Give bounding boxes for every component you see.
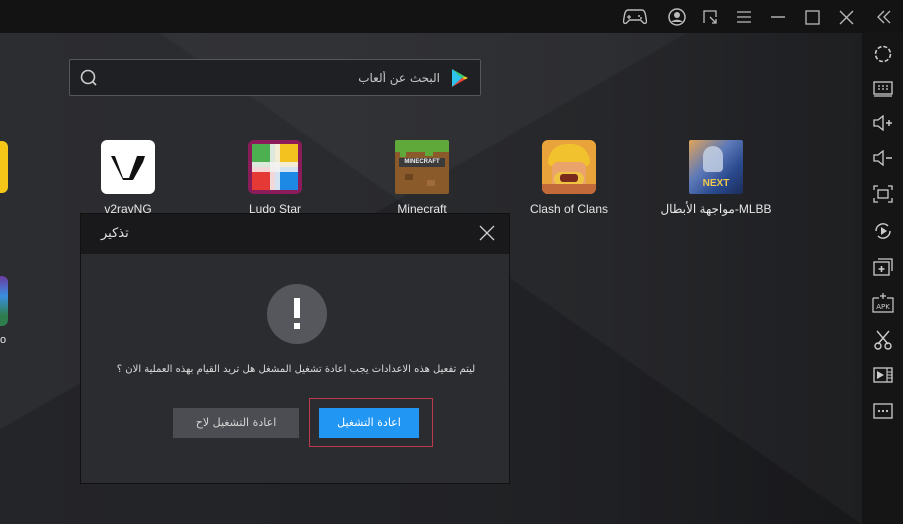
mlbb-icon: NEXT [689,140,743,194]
multi-instance-icon[interactable] [871,255,895,279]
title-bar [0,0,903,33]
dialog-close-icon[interactable] [479,225,495,246]
fullscreen-icon[interactable] [871,182,895,206]
install-apk-icon[interactable]: APK [871,291,895,315]
app-tile-ludo-star[interactable]: Ludo Star [215,140,335,216]
close-icon[interactable] [834,5,858,29]
app-label: مواجهة الأبطال-MLBB [660,202,772,216]
minimize-icon[interactable] [766,5,790,29]
settings-icon[interactable] [871,42,895,66]
app-tile-clash-of-clans[interactable]: Clash of Clans [509,140,629,216]
restart-later-button[interactable]: اعادة التشغيل لاح [173,408,299,438]
warning-icon [267,284,327,344]
clash-of-clans-icon [542,140,596,194]
record-video-icon[interactable] [871,363,895,387]
more-icon[interactable] [871,399,895,423]
menu-icon[interactable] [732,5,756,29]
account-icon[interactable] [665,5,689,29]
search-icon[interactable] [80,69,98,92]
app-label: Clash of Clans [529,202,609,216]
volume-up-icon[interactable] [871,111,895,135]
collapse-sidebar-icon[interactable] [872,5,896,29]
right-toolbar: APK [862,33,903,524]
dialog-title: تذكير [101,226,129,241]
app-tile-v2rayng[interactable]: v2rayNG [68,140,188,216]
gamepad-icon[interactable] [623,5,647,29]
minecraft-icon: MINECRAFT [395,140,449,194]
reminder-dialog: تذكير ليتم تفعيل هذه الاعدادات يجب اعادة… [80,213,510,484]
search-input[interactable] [110,60,440,95]
game-search-bar[interactable] [69,59,481,96]
app-tile-mlbb[interactable]: NEXT مواجهة الأبطال-MLBB [656,140,776,216]
ludo-star-icon [248,140,302,194]
resize-icon[interactable] [698,5,722,29]
rotate-icon[interactable] [871,219,895,243]
app-tile-minecraft[interactable]: MINECRAFT Minecraft [362,140,482,216]
google-play-icon [450,68,470,93]
emulator-window: o v2rayNG Ludo Star MINECRAFT Minecraft [0,0,903,524]
restart-button[interactable]: اعادة التشغيل [319,408,419,438]
dialog-message: ليتم تفعيل هذه الاعدادات يجب اعادة تشغيل… [116,364,476,375]
volume-down-icon[interactable] [871,146,895,170]
screenshot-icon[interactable] [871,328,895,352]
partial-app-icon[interactable] [0,141,8,193]
keyboard-icon[interactable] [871,77,895,101]
maximize-icon[interactable] [800,5,824,29]
svg-text:APK: APK [876,303,890,311]
dialog-header: تذكير [81,214,509,254]
partial-app-icon[interactable] [0,276,8,326]
partial-app-label: o [0,334,7,346]
v2rayng-icon [101,140,155,194]
